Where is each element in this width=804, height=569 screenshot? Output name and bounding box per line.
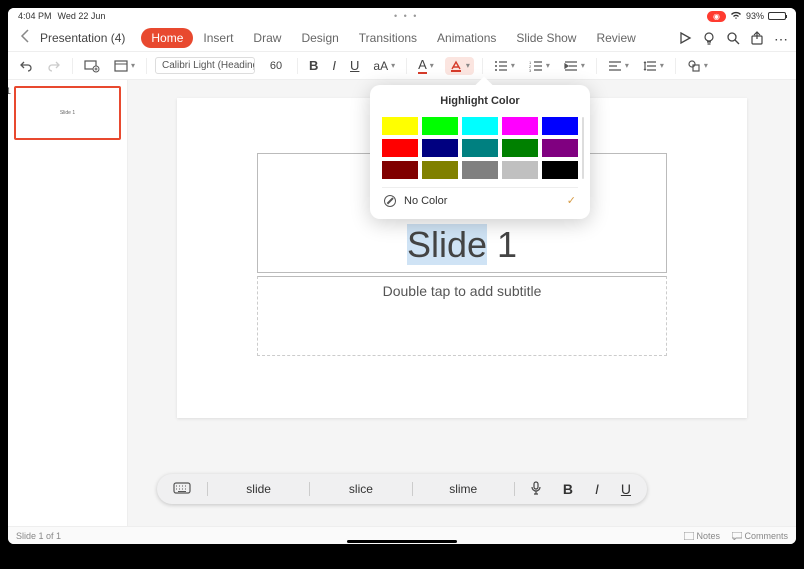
title-selected-text[interactable]: Slide (407, 224, 487, 265)
tab-draw[interactable]: Draw (243, 28, 291, 48)
notes-button[interactable]: Notes (684, 531, 720, 541)
new-slide-button[interactable] (81, 57, 103, 75)
wifi-icon (730, 11, 742, 22)
keyboard-shortcut-bar: slide slice slime B I U (157, 474, 647, 504)
color-swatch-0[interactable] (382, 117, 418, 135)
line-spacing-button[interactable]: ▾ (640, 58, 667, 74)
layout-button[interactable]: ▾ (111, 58, 138, 74)
suggestion-1[interactable]: slide (218, 482, 299, 496)
status-date: Wed 22 Jun (58, 11, 106, 21)
tab-design[interactable]: Design (291, 28, 348, 48)
color-swatch-1[interactable] (422, 117, 458, 135)
svg-text:3: 3 (529, 68, 532, 72)
color-swatch-13[interactable] (502, 161, 538, 179)
dictation-icon[interactable] (525, 481, 547, 498)
back-button[interactable] (16, 29, 34, 46)
kb-bold-button[interactable]: B (557, 481, 579, 497)
slide-thumbnail-1[interactable]: Slide 1 (14, 86, 121, 140)
ribbon-tabs: Home Insert Draw Design Transitions Anim… (141, 28, 645, 48)
redo-button[interactable] (44, 57, 64, 75)
bold-button[interactable]: B (306, 56, 321, 75)
tab-insert[interactable]: Insert (193, 28, 243, 48)
status-time: 4:04 PM (18, 11, 52, 21)
color-swatch-7[interactable] (462, 139, 498, 157)
thumbnail-title: Slide 1 (60, 110, 75, 116)
suggestion-2[interactable]: slice (320, 482, 401, 496)
no-color-label: No Color (404, 195, 447, 207)
slide-thumbnail-panel: 1 Slide 1 (8, 80, 128, 526)
keyboard-toggle-icon[interactable] (167, 481, 197, 497)
slide-counter: Slide 1 of 1 (16, 531, 61, 541)
color-swatch-11[interactable] (422, 161, 458, 179)
underline-button[interactable]: U (347, 56, 362, 75)
battery-percent: 93% (746, 11, 764, 21)
font-name-selector[interactable]: Calibri Light (Headings) (155, 57, 255, 74)
color-swatch-grid (382, 117, 578, 179)
font-color-button[interactable]: A▾ (415, 55, 437, 76)
color-swatch-14[interactable] (542, 161, 578, 179)
indent-button[interactable]: ▾ (561, 58, 588, 74)
bullets-button[interactable]: ▾ (491, 58, 518, 74)
tab-animations[interactable]: Animations (427, 28, 506, 48)
multitask-ellipsis[interactable]: • • • (105, 11, 707, 21)
ipad-status-bar: 4:04 PM Wed 22 Jun • • • ◉ 93% (8, 8, 796, 24)
title-rest-text[interactable]: 1 (487, 224, 517, 265)
suggestion-3[interactable]: slime (423, 482, 504, 496)
title-bar: Presentation (4) Home Insert Draw Design… (8, 24, 796, 52)
align-button[interactable]: ▾ (605, 58, 632, 74)
tab-home[interactable]: Home (141, 28, 193, 48)
color-swatch-2[interactable] (462, 117, 498, 135)
color-swatch-4[interactable] (542, 117, 578, 135)
shapes-button[interactable]: ▾ (684, 57, 711, 75)
present-icon[interactable] (678, 31, 692, 45)
document-title[interactable]: Presentation (4) (40, 31, 125, 45)
highlight-color-popover: Highlight Color No Color ✓ (370, 85, 590, 219)
numbering-button[interactable]: 123▾ (526, 58, 553, 74)
text-effects-button[interactable]: aA▾ (370, 57, 398, 75)
screen-recording-indicator[interactable]: ◉ (707, 11, 726, 22)
undo-button[interactable] (16, 57, 36, 75)
color-swatch-6[interactable] (422, 139, 458, 157)
color-swatch-5[interactable] (382, 139, 418, 157)
comments-button[interactable]: Comments (732, 531, 788, 541)
tab-slide-show[interactable]: Slide Show (506, 28, 586, 48)
highlight-color-button[interactable]: ▾ (445, 57, 474, 75)
color-swatch-12[interactable] (462, 161, 498, 179)
kb-italic-button[interactable]: I (589, 481, 605, 497)
color-swatch-9[interactable] (542, 139, 578, 157)
subtitle-placeholder-text: Double tap to add subtitle (383, 283, 542, 299)
font-size-field[interactable]: 60 (263, 60, 289, 72)
search-icon[interactable] (726, 31, 740, 45)
tab-review[interactable]: Review (586, 28, 645, 48)
share-icon[interactable] (750, 31, 764, 45)
no-color-icon (384, 195, 396, 207)
checkmark-icon: ✓ (567, 194, 576, 207)
no-color-option[interactable]: No Color ✓ (382, 187, 578, 213)
formatting-toolbar: ▾ Calibri Light (Headings) 60 B I U aA▾ … (8, 52, 796, 80)
color-swatch-10[interactable] (382, 161, 418, 179)
thumbnail-number: 1 (8, 86, 11, 96)
tab-transitions[interactable]: Transitions (349, 28, 427, 48)
color-swatch-3[interactable] (502, 117, 538, 135)
kb-underline-button[interactable]: U (615, 481, 637, 497)
more-icon[interactable]: ⋯ (774, 31, 788, 45)
subtitle-placeholder[interactable]: Double tap to add subtitle (257, 276, 667, 356)
popover-title: Highlight Color (382, 95, 578, 107)
lightbulb-icon[interactable] (702, 31, 716, 45)
color-swatch-8[interactable] (502, 139, 538, 157)
title-text[interactable]: Slide 1 (407, 224, 517, 266)
home-indicator[interactable] (347, 540, 457, 543)
italic-button[interactable]: I (329, 56, 339, 75)
battery-icon (768, 12, 786, 20)
